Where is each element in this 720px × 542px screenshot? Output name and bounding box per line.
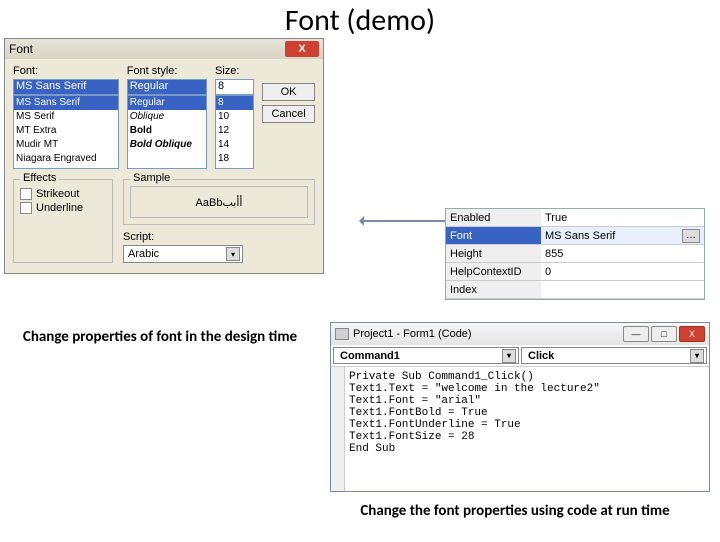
underline-label: Underline [36, 202, 83, 214]
chevron-down-icon[interactable]: ▾ [502, 349, 516, 363]
list-item[interactable]: MT Extra [14, 124, 118, 138]
list-item[interactable]: 8 [216, 96, 253, 110]
list-item[interactable]: 10 [216, 110, 253, 124]
property-value[interactable]: True [545, 212, 567, 224]
maximize-icon[interactable]: □ [651, 326, 677, 342]
chevron-down-icon[interactable]: ▾ [226, 247, 240, 261]
font-listbox[interactable]: MS Sans Serif MS Serif MT Extra Mudir MT… [13, 95, 119, 169]
code-gutter [331, 367, 345, 491]
property-row[interactable]: Enabled True [446, 209, 704, 227]
code-editor[interactable]: Private Sub Command1_Click() Text1.Text … [331, 367, 709, 491]
property-row[interactable]: Index [446, 281, 704, 299]
property-name: HelpContextID [446, 263, 541, 280]
property-row[interactable]: Height 855 [446, 245, 704, 263]
procedure-combo[interactable]: Click ▾ [521, 347, 707, 364]
list-item[interactable]: 18 [216, 152, 253, 166]
underline-checkbox[interactable] [20, 202, 32, 214]
strikeout-label: Strikeout [36, 188, 79, 200]
property-name: Font [446, 227, 541, 244]
font-input[interactable]: MS Sans Serif [13, 79, 119, 95]
list-item[interactable]: MS Serif [14, 110, 118, 124]
chevron-down-icon[interactable]: ▾ [690, 349, 704, 363]
caption-run-time: Change the font properties using code at… [320, 502, 710, 520]
list-item[interactable]: Regular [128, 96, 206, 110]
property-row[interactable]: HelpContextID 0 [446, 263, 704, 281]
style-input[interactable]: Regular [127, 79, 207, 95]
object-combo[interactable]: Command1 ▾ [333, 347, 519, 364]
style-listbox[interactable]: Regular Oblique Bold Bold Oblique [127, 95, 207, 169]
properties-panel: Enabled True Font MS Sans Serif … Height… [445, 208, 705, 300]
strikeout-checkbox[interactable] [20, 188, 32, 200]
property-name: Index [446, 281, 541, 298]
list-item[interactable]: Mudir MT [14, 138, 118, 152]
script-label: Script: [123, 231, 315, 243]
list-item[interactable]: Niagara Engraved [14, 152, 118, 166]
font-dialog: Font X Font: MS Sans Serif MS Sans Serif… [4, 38, 324, 274]
code-window-titlebar[interactable]: Project1 - Form1 (Code) — □ X [331, 323, 709, 345]
script-combo[interactable]: Arabic ▾ [123, 245, 243, 263]
size-label: Size: [215, 65, 254, 77]
procedure-value: Click [528, 350, 554, 362]
size-input[interactable]: 8 [215, 79, 254, 95]
sample-text: AaBbأأبب [130, 186, 308, 218]
property-name: Enabled [446, 209, 541, 226]
property-value[interactable]: 0 [545, 266, 551, 278]
property-name: Height [446, 245, 541, 262]
slide-title: Font (demo) [0, 2, 720, 39]
list-item[interactable]: 14 [216, 138, 253, 152]
sample-group: Sample AaBbأأبب [123, 179, 315, 225]
effects-group: Effects Strikeout Underline [13, 179, 113, 263]
font-dialog-titlebar[interactable]: Font X [5, 39, 323, 59]
font-dialog-title: Font [9, 42, 33, 56]
ellipsis-button[interactable]: … [682, 229, 700, 243]
code-window-title: Project1 - Form1 (Code) [353, 328, 472, 340]
cancel-button[interactable]: Cancel [262, 105, 315, 123]
list-item[interactable]: MS Sans Serif [14, 96, 118, 110]
list-item[interactable]: Oblique [128, 110, 206, 124]
script-value: Arabic [128, 248, 159, 260]
property-value[interactable]: MS Sans Serif [545, 230, 615, 242]
minimize-icon[interactable]: — [623, 326, 649, 342]
form-icon [335, 328, 349, 340]
effects-legend: Effects [20, 172, 59, 184]
ok-button[interactable]: OK [262, 83, 315, 101]
list-item[interactable]: Bold [128, 124, 206, 138]
list-item[interactable]: Bold Oblique [128, 138, 206, 152]
arrow-icon [360, 220, 445, 222]
font-label: Font: [13, 65, 119, 77]
list-item[interactable]: 12 [216, 124, 253, 138]
style-label: Font style: [127, 65, 207, 77]
property-value[interactable]: 855 [545, 248, 563, 260]
close-icon[interactable]: X [285, 41, 319, 57]
property-row-font[interactable]: Font MS Sans Serif … [446, 227, 704, 245]
close-icon[interactable]: X [679, 326, 705, 342]
object-value: Command1 [340, 350, 400, 362]
code-window: Project1 - Form1 (Code) — □ X Command1 ▾… [330, 322, 710, 492]
caption-design-time: Change properties of font in the design … [20, 328, 300, 346]
size-listbox[interactable]: 8 10 12 14 18 24 [215, 95, 254, 169]
sample-legend: Sample [130, 172, 173, 184]
